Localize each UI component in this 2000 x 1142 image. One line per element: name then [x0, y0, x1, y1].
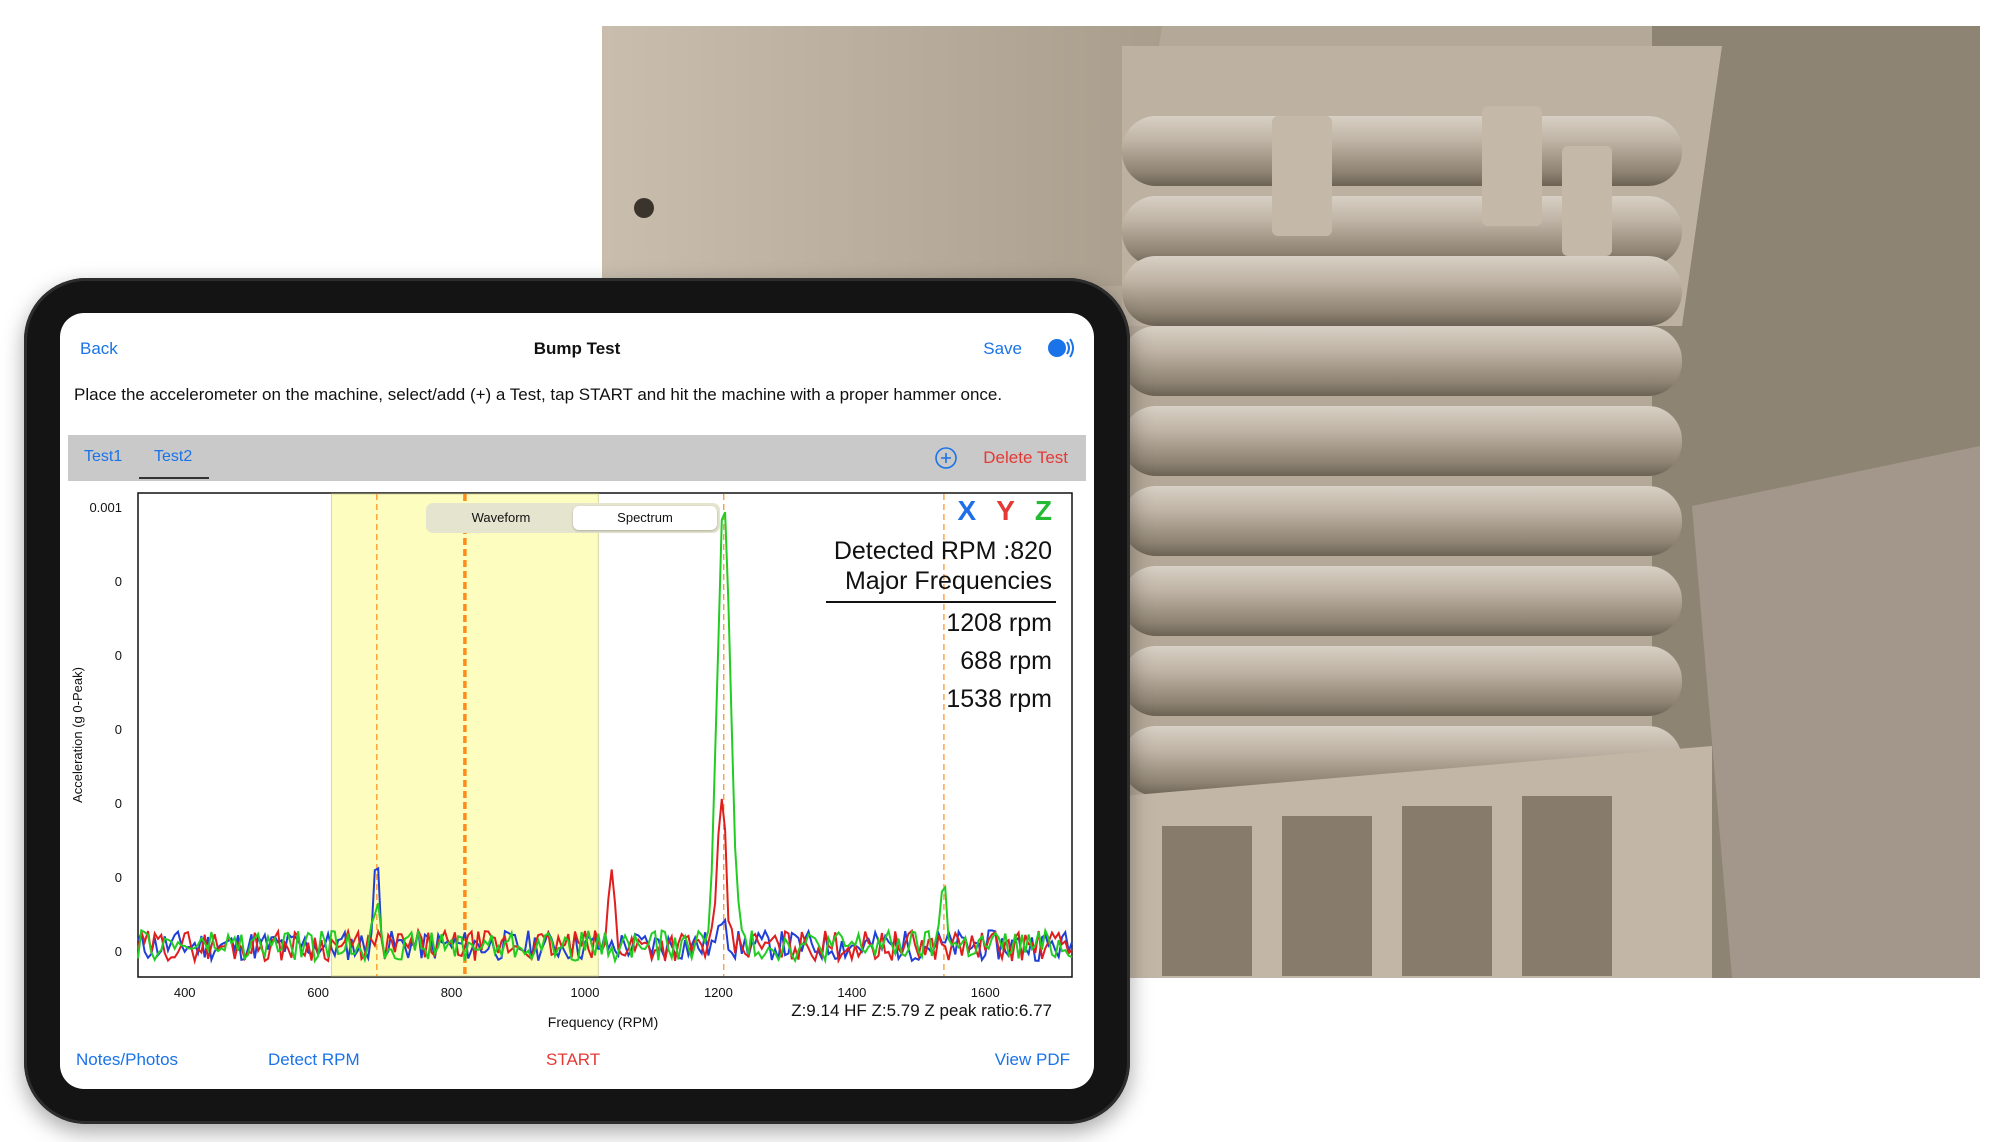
x-axis-label: Frequency (RPM) [548, 1014, 658, 1030]
sensor-connection-icon[interactable] [1046, 337, 1074, 359]
navigation-bar: Back Bump Test Save [60, 313, 1094, 383]
test-tab-bar: Test1 Test2 Delete Test [68, 435, 1086, 481]
axis-legend: XYZ [938, 495, 1052, 527]
tab-test1[interactable]: Test1 [84, 448, 122, 466]
selected-tab-indicator [139, 477, 209, 479]
x-tick-label: 600 [307, 985, 329, 1000]
app-screen: Back Bump Test Save Place the accelerome… [60, 313, 1094, 1089]
legend-z[interactable]: Z [1035, 495, 1052, 526]
y-tick-label: 0 [115, 648, 122, 663]
save-button[interactable]: Save [983, 339, 1022, 359]
add-test-icon[interactable] [934, 446, 958, 470]
waveform-option[interactable]: Waveform [429, 506, 573, 530]
heading-underline [826, 601, 1056, 603]
bottom-toolbar: Notes/Photos Detect RPM START View PDF [60, 1048, 1094, 1088]
x-tick-label: 1000 [571, 985, 600, 1000]
spectrum-chart: 0.001 0 0 0 0 0 0 400 600 800 1000 1200 1400 1600 Fr… [68, 481, 1086, 1041]
major-frequency-3: 1538 rpm [946, 685, 1052, 713]
delete-test-button[interactable]: Delete Test [983, 448, 1068, 468]
detected-rpm: Detected RPM :820 [833, 537, 1052, 565]
y-tick-label: 0 [115, 722, 122, 737]
x-tick-label: 800 [441, 985, 463, 1000]
major-frequencies-heading: Major Frequencies [844, 567, 1052, 595]
view-mode-segmented-control: Waveform Spectrum [426, 503, 720, 533]
y-tick-label: 0 [115, 574, 122, 589]
view-pdf-button[interactable]: View PDF [995, 1050, 1070, 1070]
tab-test2[interactable]: Test2 [154, 448, 192, 466]
y-tick-label: 0 [115, 870, 122, 885]
page-title: Bump Test [533, 339, 621, 358]
y-tick-label: 0 [115, 796, 122, 811]
x-tick-label: 400 [174, 985, 196, 1000]
x-tick-label: 1600 [971, 985, 1000, 1000]
x-tick-label: 1400 [837, 985, 866, 1000]
notes-photos-button[interactable]: Notes/Photos [76, 1050, 178, 1070]
major-frequency-1: 1208 rpm [946, 609, 1052, 637]
y-tick-label: 0.001 [89, 500, 122, 515]
start-button[interactable]: START [546, 1050, 600, 1070]
y-tick-label: 0 [115, 944, 122, 959]
spectrum-option[interactable]: Spectrum [573, 506, 717, 530]
legend-y[interactable]: Y [996, 495, 1015, 526]
tablet-device: Back Bump Test Save Place the accelerome… [24, 278, 1130, 1124]
x-tick-label: 1200 [704, 985, 733, 1000]
instructions-text: Place the accelerometer on the machine, … [74, 385, 1003, 404]
major-frequency-2: 688 rpm [960, 647, 1052, 675]
legend-x[interactable]: X [958, 495, 977, 526]
y-axis-label: Acceleration (g 0-Peak) [70, 667, 85, 803]
peak-stats: Z:9.14 HF Z:5.79 Z peak ratio:6.77 [791, 1001, 1052, 1020]
detect-rpm-button[interactable]: Detect RPM [268, 1050, 360, 1070]
